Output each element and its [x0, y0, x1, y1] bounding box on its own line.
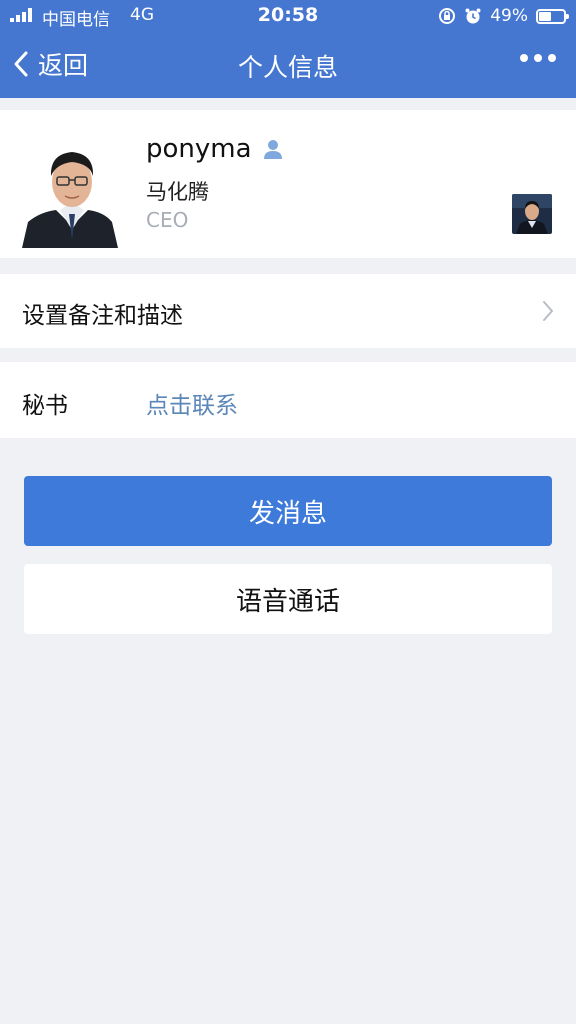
chevron-right-icon	[543, 301, 553, 321]
avatar[interactable]	[20, 140, 124, 248]
alarm-icon	[465, 8, 481, 24]
person-icon	[263, 140, 282, 159]
profile-card: ponyma 马化腾 CEO	[0, 110, 576, 258]
navigation-bar: 返回 个人信息	[0, 32, 576, 98]
voice-call-button[interactable]: 语音通话	[24, 564, 552, 634]
set-remark-row[interactable]: 设置备注和描述	[0, 274, 576, 348]
more-dot-icon	[520, 54, 528, 62]
profile-thumbnail[interactable]	[512, 194, 552, 234]
thumbnail-portrait-icon	[512, 194, 552, 234]
more-dot-icon	[534, 54, 542, 62]
job-title: CEO	[146, 208, 189, 232]
real-name: 马化腾	[146, 180, 209, 204]
secretary-label: 秘书	[22, 393, 68, 419]
battery-icon	[536, 8, 569, 24]
header: 中国电信 4G 20:58 49% 返回 个人信息	[0, 0, 576, 98]
status-right-group: 49%	[438, 4, 569, 28]
more-dot-icon	[548, 54, 556, 62]
set-remark-label: 设置备注和描述	[22, 303, 183, 329]
send-message-button[interactable]: 发消息	[24, 476, 552, 546]
username-row: ponyma	[146, 134, 284, 164]
contact-secretary-link[interactable]: 点击联系	[146, 386, 238, 420]
more-options-button[interactable]	[520, 54, 556, 62]
page-title: 个人信息	[237, 53, 338, 82]
battery-percentage: 49%	[490, 6, 528, 26]
avatar-portrait-icon	[20, 140, 124, 248]
status-bar: 中国电信 4G 20:58 49%	[0, 0, 576, 32]
battery-fill	[539, 11, 551, 21]
username: ponyma	[146, 134, 252, 164]
orientation-lock-icon	[439, 8, 456, 24]
secretary-row: 秘书 点击联系	[0, 362, 576, 438]
